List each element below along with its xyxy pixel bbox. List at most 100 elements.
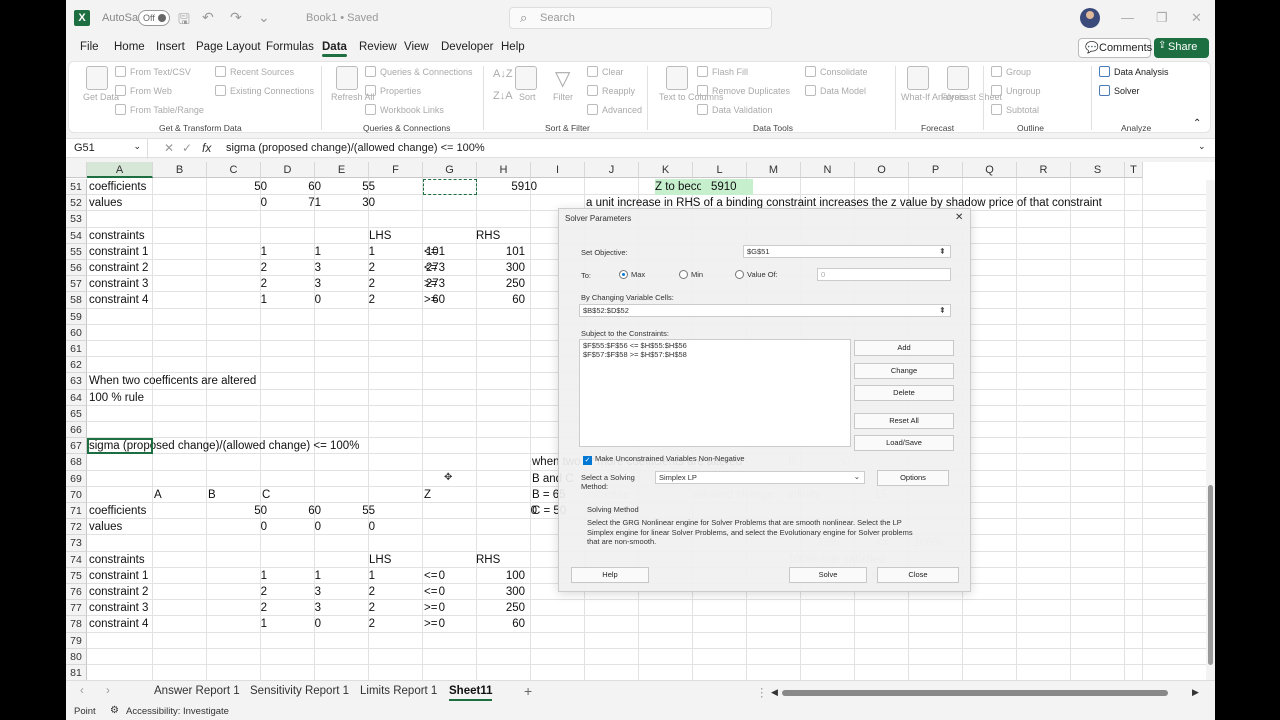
- column-header-g[interactable]: G: [423, 162, 477, 178]
- set-objective-input[interactable]: $G$51: [743, 245, 951, 258]
- menu-review[interactable]: Review: [359, 41, 397, 53]
- row-header-79[interactable]: 79: [66, 632, 87, 649]
- constraint-item[interactable]: $F$55:$F$56 <= $H$55:$H$56: [583, 341, 847, 350]
- row-header-73[interactable]: 73: [66, 535, 87, 552]
- sort-button[interactable]: Sort: [519, 92, 536, 102]
- properties-button[interactable]: Properties: [365, 85, 421, 96]
- cell-h74[interactable]: RHS: [476, 552, 516, 568]
- tab-sensitivity-report[interactable]: Sensitivity Report 1: [250, 685, 349, 697]
- cell-g51[interactable]: 5910: [488, 179, 540, 195]
- cell-c71[interactable]: 60: [272, 503, 324, 519]
- cell-b71[interactable]: 50: [218, 503, 270, 519]
- search-box[interactable]: ⌕ Search: [509, 7, 772, 29]
- column-header-t[interactable]: T: [1125, 162, 1143, 178]
- cell-b77[interactable]: 2: [218, 600, 270, 616]
- cell-b58[interactable]: 1: [218, 292, 270, 308]
- cell-g57[interactable]: >=: [424, 276, 464, 292]
- column-header-o[interactable]: O: [855, 162, 909, 178]
- row-header-64[interactable]: 64: [66, 389, 87, 406]
- cell-b51[interactable]: 50: [218, 179, 270, 195]
- help-button[interactable]: Help: [571, 567, 649, 583]
- column-header-d[interactable]: D: [261, 162, 315, 178]
- menu-file[interactable]: File: [80, 41, 99, 53]
- cell-h77[interactable]: 250: [476, 600, 528, 616]
- cell-d78[interactable]: 2: [326, 616, 378, 632]
- collapse-dialog-icon[interactable]: ⇞: [939, 247, 946, 256]
- cell-d51[interactable]: 55: [326, 179, 378, 195]
- row-header-51[interactable]: 51: [66, 179, 87, 196]
- filter-icon[interactable]: ▽: [555, 66, 570, 91]
- cell-d76[interactable]: 2: [326, 584, 378, 600]
- cell-a76[interactable]: constraint 2: [89, 584, 153, 600]
- row-header-76[interactable]: 76: [66, 584, 87, 601]
- enter-icon[interactable]: ✓: [182, 141, 192, 155]
- column-header-r[interactable]: R: [1017, 162, 1071, 178]
- cell-d58[interactable]: 2: [326, 292, 378, 308]
- column-header-i[interactable]: I: [531, 162, 585, 178]
- cell-d75[interactable]: 1: [326, 568, 378, 584]
- menu-formulas[interactable]: Formulas: [266, 41, 314, 53]
- row-header-69[interactable]: 69: [66, 470, 87, 487]
- cell-b72[interactable]: 0: [218, 519, 270, 535]
- tab-sheet11[interactable]: Sheet11: [449, 685, 493, 701]
- tab-answer-report[interactable]: Answer Report 1: [154, 685, 240, 697]
- cancel-icon[interactable]: ✕: [164, 141, 174, 155]
- column-header-f[interactable]: F: [369, 162, 423, 178]
- cell-a56[interactable]: constraint 2: [89, 260, 153, 276]
- text-to-columns-icon[interactable]: [666, 66, 688, 90]
- row-header-74[interactable]: 74: [66, 551, 87, 568]
- workbook-links-button[interactable]: Workbook Links: [365, 104, 444, 115]
- row-header-63[interactable]: 63: [66, 373, 87, 390]
- cell-d71[interactable]: 55: [326, 503, 378, 519]
- cell-d52[interactable]: 30: [326, 195, 378, 211]
- autosave-toggle[interactable]: Off: [138, 10, 170, 26]
- vertical-scrollbar[interactable]: [1206, 180, 1215, 680]
- row-header-70[interactable]: 70: [66, 486, 87, 503]
- row-header-58[interactable]: 58: [66, 292, 87, 309]
- cell-j51[interactable]: Z to becor: [655, 179, 707, 195]
- cell-d77[interactable]: 2: [326, 600, 378, 616]
- collapse-dialog-icon[interactable]: ⇞: [939, 306, 946, 315]
- row-header-53[interactable]: 53: [66, 211, 87, 228]
- scroll-right-icon[interactable]: ▶: [1192, 687, 1199, 698]
- cell-c56[interactable]: 3: [272, 260, 324, 276]
- cell-g56[interactable]: <=: [424, 260, 464, 276]
- restore-icon[interactable]: ❐: [1156, 10, 1168, 26]
- row-header-54[interactable]: 54: [66, 227, 87, 244]
- row-header-60[interactable]: 60: [66, 324, 87, 341]
- constraints-list[interactable]: $F$55:$F$56 <= $H$55:$H$56 $F$57:$F$58 >…: [579, 339, 851, 447]
- cell-a64[interactable]: 100 % rule: [89, 390, 289, 406]
- get-data-button[interactable]: Get Data: [83, 92, 119, 102]
- row-header-52[interactable]: 52: [66, 195, 87, 212]
- column-header-k[interactable]: K: [639, 162, 693, 178]
- name-box[interactable]: G51 ⌄: [66, 139, 148, 159]
- row-header-66[interactable]: 66: [66, 422, 87, 439]
- from-table-button[interactable]: From Table/Range: [115, 104, 204, 115]
- column-header-s[interactable]: S: [1071, 162, 1125, 178]
- reset-all-button[interactable]: Reset All: [854, 413, 954, 429]
- add-sheet-icon[interactable]: +: [524, 683, 532, 699]
- column-header-a[interactable]: A: [87, 162, 153, 178]
- save-icon[interactable]: 🖫: [178, 9, 190, 33]
- menu-insert[interactable]: Insert: [156, 41, 185, 53]
- cell-h55[interactable]: 101: [476, 244, 528, 260]
- expand-formula-bar-icon[interactable]: ⌄: [1198, 141, 1206, 152]
- cell-f54[interactable]: LHS: [369, 228, 409, 244]
- consolidate-button[interactable]: Consolidate: [805, 66, 868, 77]
- cell-d55[interactable]: 1: [326, 244, 378, 260]
- subtotal-button[interactable]: Subtotal: [991, 104, 1039, 115]
- column-header-q[interactable]: Q: [963, 162, 1017, 178]
- max-radio[interactable]: Max: [619, 270, 645, 279]
- cell-b55[interactable]: 1: [218, 244, 270, 260]
- cell-h75[interactable]: 100: [476, 568, 528, 584]
- cell-d70[interactable]: C: [262, 487, 282, 503]
- close-icon[interactable]: ✕: [955, 212, 963, 223]
- cell-g75[interactable]: <=: [424, 568, 464, 584]
- tab-limits-report[interactable]: Limits Report 1: [360, 685, 437, 697]
- data-model-button[interactable]: Data Model: [805, 85, 866, 96]
- cell-b52[interactable]: 0: [218, 195, 270, 211]
- cell-h57[interactable]: 250: [476, 276, 528, 292]
- column-header-e[interactable]: E: [315, 162, 369, 178]
- row-header-65[interactable]: 65: [66, 405, 87, 422]
- min-radio[interactable]: Min: [679, 270, 703, 279]
